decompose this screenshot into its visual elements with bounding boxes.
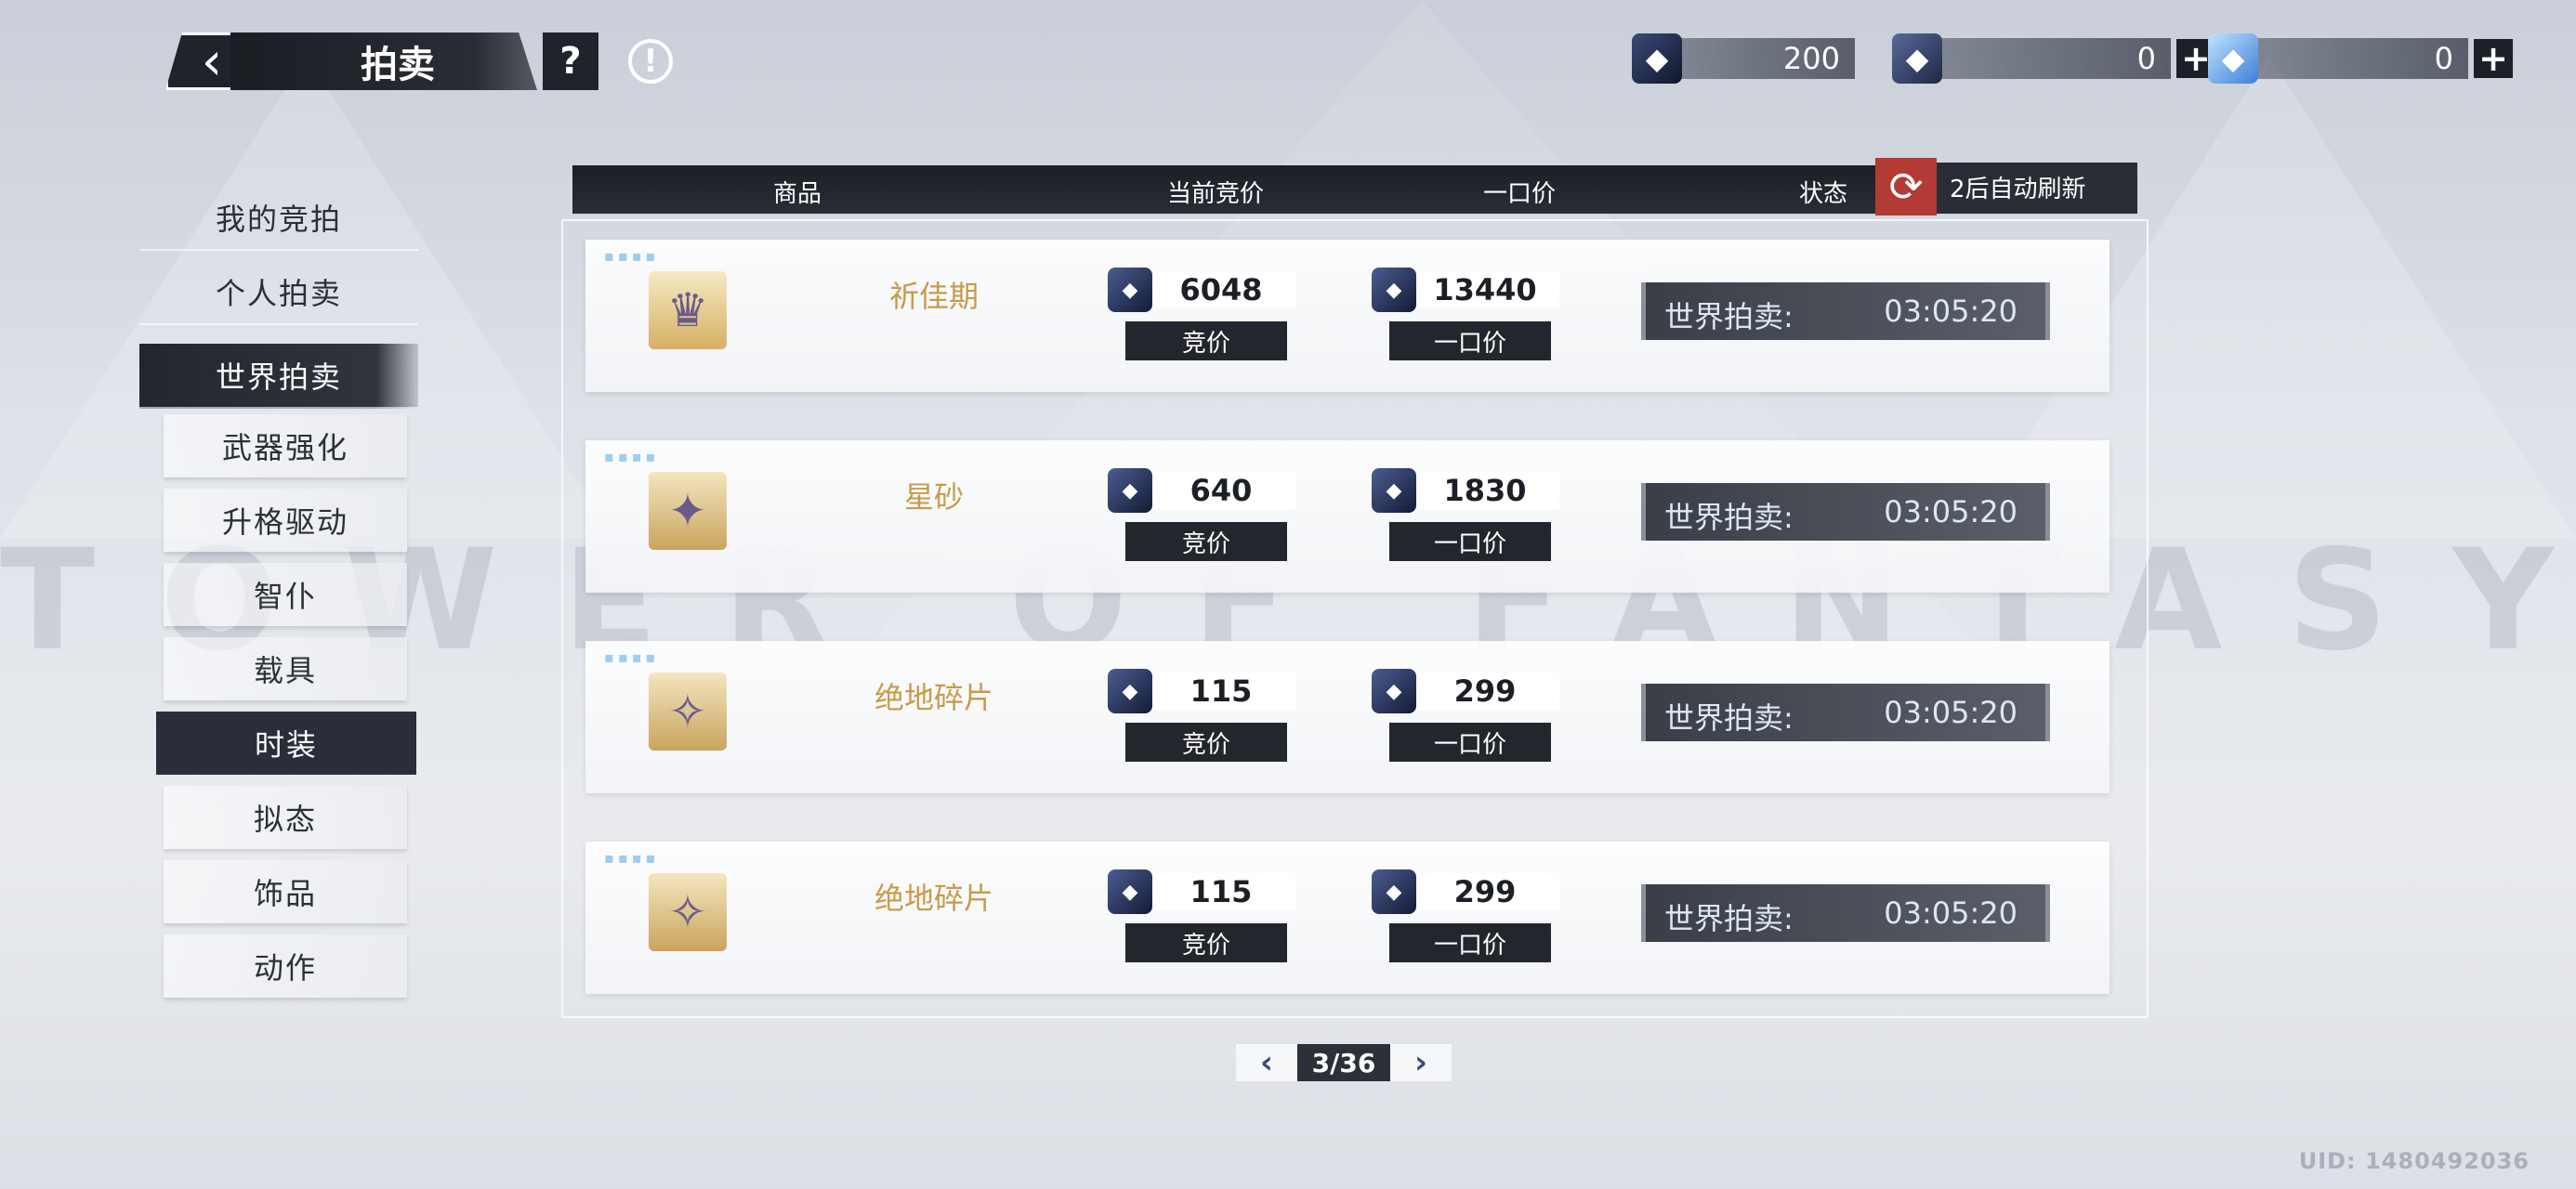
dark-crystal-icon: ◆ [1372, 268, 1416, 312]
current-bid-value: 6048 [1147, 271, 1295, 308]
item-thumbnail[interactable]: ✧ [649, 873, 727, 951]
help-button[interactable]: ? [543, 33, 598, 90]
buyout-button[interactable]: 一口价 [1389, 923, 1551, 962]
add-currency-button[interactable]: + [2474, 38, 2513, 79]
column-current-bid: 当前竞价 [1167, 180, 1265, 208]
row-decoration: ▪▪▪▪ [604, 247, 660, 265]
page-indicator: 3/36 [1297, 1044, 1390, 1081]
pagination: ‹ 3/36 › [1236, 1042, 1452, 1083]
currency-value: 0 [1929, 38, 2171, 79]
status-badge: 世界拍卖: 03:05:20 [1641, 282, 2050, 340]
bid-button[interactable]: 竞价 [1125, 321, 1287, 360]
dark-crystal-icon: ◆ [1632, 33, 1682, 84]
category-vehicle[interactable]: 载具 [164, 637, 407, 700]
next-page-icon[interactable]: › [1390, 1044, 1452, 1081]
item-name: 绝地碎片 [874, 881, 993, 916]
status-badge: 世界拍卖: 03:05:20 [1641, 884, 2050, 942]
item-name: 绝地碎片 [874, 680, 993, 715]
category-upgrade-drive[interactable]: 升格驱动 [164, 489, 407, 552]
buyout-button[interactable]: 一口价 [1389, 321, 1551, 360]
auto-refresh[interactable]: ⟳ 2后自动刷新 [1875, 158, 2137, 216]
table-row[interactable]: ▪▪▪▪ ✦ 星砂 ◆ 640 竞价 ◆ 1830 一口价 世界拍卖: 03:0… [585, 440, 2109, 593]
item-thumbnail[interactable]: ✧ [649, 673, 727, 751]
title-bar: ‹ 拍卖 ? ! [165, 33, 673, 90]
dark-crystal-icon: ◆ [1372, 669, 1416, 713]
dark-crystal-icon: ◆ [1372, 869, 1416, 914]
category-action[interactable]: 动作 [164, 934, 407, 998]
currency-dark-crystal: ◆ 200 [1632, 33, 1855, 84]
currency-bag-crystal: ◆ 0 + [1892, 33, 2215, 84]
prev-page-icon[interactable]: ‹ [1236, 1044, 1297, 1081]
current-bid: ◆ 115 [1108, 669, 1295, 713]
category-mimic[interactable]: 拟态 [164, 786, 407, 849]
refresh-icon[interactable]: ⟳ [1875, 158, 1937, 216]
user-id: UID: 1480492036 [2298, 1148, 2530, 1174]
category-servant[interactable]: 智仆 [164, 563, 407, 626]
currency-value: 0 [2245, 38, 2468, 79]
status-badge: 世界拍卖: 03:05:20 [1641, 684, 2050, 741]
bag-crystal-icon: ◆ [1892, 33, 1942, 84]
table-row[interactable]: ▪▪▪▪ ✧ 绝地碎片 ◆ 115 竞价 ◆ 299 一口价 世界拍卖: 03:… [585, 641, 2109, 793]
current-bid-value: 640 [1147, 472, 1295, 509]
dark-crystal-icon: ◆ [1372, 468, 1416, 513]
status-time: 03:05:20 [1884, 895, 2017, 931]
tab-world-auction[interactable]: 世界拍卖 [139, 344, 418, 409]
dark-crystal-icon: ◆ [1108, 669, 1152, 713]
currency-blue-crystal: ◆ 0 + [2208, 33, 2513, 84]
bid-button[interactable]: 竞价 [1125, 522, 1287, 561]
status-badge: 世界拍卖: 03:05:20 [1641, 483, 2050, 541]
current-bid-value: 115 [1147, 673, 1295, 710]
info-icon[interactable]: ! [628, 39, 673, 84]
current-bid: ◆ 6048 [1108, 268, 1295, 312]
row-decoration: ▪▪▪▪ [604, 648, 660, 666]
bid-button[interactable]: 竞价 [1125, 923, 1287, 962]
buyout-button[interactable]: 一口价 [1389, 723, 1551, 762]
currency-value: 200 [1669, 38, 1855, 79]
status-label: 世界拍卖: [1664, 500, 1794, 535]
row-decoration: ▪▪▪▪ [604, 448, 660, 465]
status-label: 世界拍卖: [1664, 700, 1794, 736]
table-row[interactable]: ▪▪▪▪ ♛ 祈佳期 ◆ 6048 竞价 ◆ 13440 一口价 世界拍卖: 0… [585, 240, 2109, 392]
item-thumbnail[interactable]: ♛ [649, 271, 727, 349]
buyout-button[interactable]: 一口价 [1389, 522, 1551, 561]
category-outfit[interactable]: 时装 [156, 712, 416, 775]
dark-crystal-icon: ◆ [1108, 268, 1152, 312]
buyout-value: 1830 [1411, 472, 1559, 509]
buyout-price: ◆ 299 [1372, 669, 1559, 713]
tab-personal-auction[interactable]: 个人拍卖 [139, 260, 418, 325]
row-decoration: ▪▪▪▪ [604, 849, 660, 867]
status-label: 世界拍卖: [1664, 299, 1794, 334]
table-row[interactable]: ▪▪▪▪ ✧ 绝地碎片 ◆ 115 竞价 ◆ 299 一口价 世界拍卖: 03:… [585, 842, 2109, 994]
item-name: 星砂 [903, 479, 964, 515]
blue-crystal-icon: ◆ [2208, 33, 2258, 84]
current-bid: ◆ 115 [1108, 869, 1295, 914]
buyout-price: ◆ 1830 [1372, 468, 1559, 513]
dark-crystal-icon: ◆ [1108, 869, 1152, 914]
bid-button[interactable]: 竞价 [1125, 723, 1287, 762]
column-item: 商品 [773, 180, 822, 208]
status-time: 03:05:20 [1884, 294, 2017, 329]
buyout-value: 299 [1411, 673, 1559, 710]
buyout-value: 299 [1411, 873, 1559, 910]
refresh-countdown: 2后自动刷新 [1937, 163, 2137, 211]
item-thumbnail[interactable]: ✦ [649, 472, 727, 550]
buyout-price: ◆ 13440 [1372, 268, 1559, 312]
page-title: 拍卖 [230, 33, 537, 90]
buyout-price: ◆ 299 [1372, 869, 1559, 914]
tab-my-bids[interactable]: 我的竞拍 [139, 186, 418, 251]
column-status: 状态 [1799, 180, 1848, 208]
dark-crystal-icon: ◆ [1108, 468, 1152, 513]
current-bid: ◆ 640 [1108, 468, 1295, 513]
category-weapon-enhance[interactable]: 武器强化 [164, 414, 407, 477]
current-bid-value: 115 [1147, 873, 1295, 910]
category-accessory[interactable]: 饰品 [164, 860, 407, 923]
column-buyout: 一口价 [1483, 180, 1557, 208]
buyout-value: 13440 [1411, 271, 1559, 308]
status-time: 03:05:20 [1884, 695, 2017, 730]
item-name: 祈佳期 [888, 279, 979, 314]
status-label: 世界拍卖: [1664, 901, 1794, 936]
status-time: 03:05:20 [1884, 494, 2017, 529]
